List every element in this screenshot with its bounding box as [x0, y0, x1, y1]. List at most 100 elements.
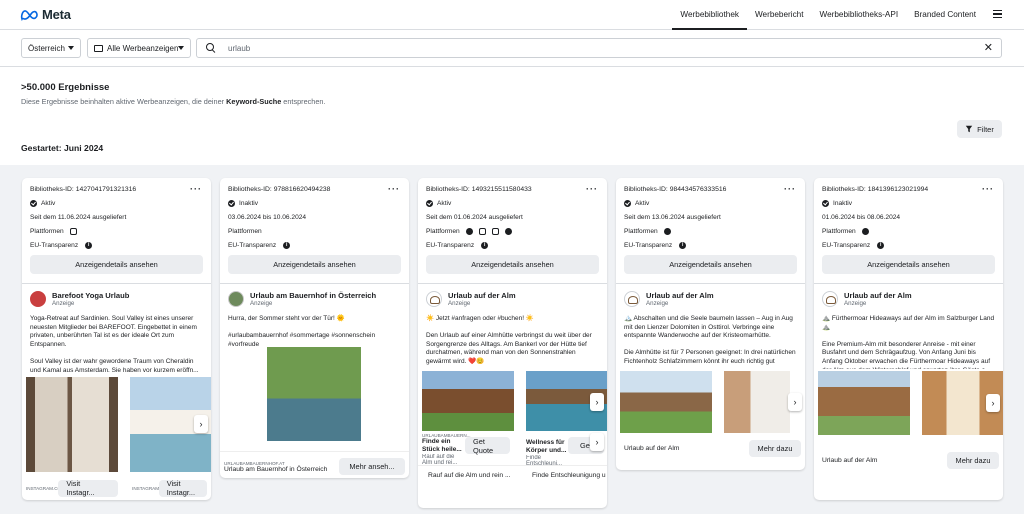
platforms-label: Plattformen	[822, 228, 856, 235]
instagram-icon	[478, 228, 486, 235]
filter-button[interactable]: Filter	[957, 120, 1002, 138]
nav-werbebibliothek[interactable]: Werbebibliothek	[672, 0, 747, 30]
ad-type-select[interactable]: Alle Werbeanzeigen	[87, 38, 191, 58]
run-date: Seit dem 13.06.2024 ausgeliefert	[624, 214, 721, 221]
avatar[interactable]	[624, 291, 640, 307]
search-icon	[206, 43, 216, 53]
ad-carousel: ›	[814, 371, 1003, 435]
info-icon[interactable]: i	[877, 242, 885, 249]
ad-carousel: ›	[616, 371, 805, 433]
info-icon[interactable]: i	[283, 242, 291, 249]
nav-api[interactable]: Werbebibliotheks-API	[812, 0, 907, 30]
ad-image[interactable]	[267, 347, 361, 441]
view-details-button[interactable]: Anzeigendetails ansehen	[30, 255, 203, 274]
advertiser-name[interactable]: Urlaub auf der Alm	[646, 291, 714, 300]
facebook-icon	[465, 228, 473, 235]
ad-text: ☀️ Jetzt #anfragen oder #buchen! ☀️ Den …	[426, 315, 592, 365]
chevron-right-icon[interactable]: ›	[986, 394, 1000, 412]
results-header: >50.000 Ergebnisse Diese Ergebnisse bein…	[0, 67, 1024, 165]
avatar[interactable]	[228, 291, 244, 307]
menu-icon[interactable]	[993, 10, 1002, 19]
platforms-label: Plattformen	[624, 228, 658, 235]
more-options-icon[interactable]: ···	[586, 184, 598, 194]
card-title: Wellness für Körper und...	[526, 439, 567, 454]
filter-icon	[965, 125, 973, 133]
visit-instagram-button[interactable]: Visit Instagr...	[58, 479, 119, 497]
info-icon[interactable]: i	[85, 242, 93, 249]
status-text: Aktiv	[635, 200, 650, 207]
search-box[interactable]: ✕	[196, 38, 1002, 58]
caret-down-icon	[178, 46, 184, 50]
learn-more-button[interactable]: Mehr anseh...	[339, 458, 405, 475]
cta-source: INSTAGRAM.COM	[26, 485, 58, 491]
more-options-icon[interactable]: ···	[190, 184, 202, 194]
status-text: Inaktiv	[239, 200, 259, 207]
ad-card: Bibliotheks-ID: 1493215511580433 ··· Akt…	[418, 178, 607, 508]
ad-image[interactable]	[724, 371, 790, 433]
visit-instagram-button[interactable]: Visit Instagr...	[158, 479, 208, 497]
facebook-icon	[663, 228, 671, 235]
eu-label: EU-Transparenz	[822, 242, 871, 249]
chevron-right-icon[interactable]: ›	[194, 415, 208, 433]
sponsored-label: Anzeige	[646, 300, 669, 307]
ad-image[interactable]	[620, 371, 712, 433]
nav-werbebericht[interactable]: Werbebericht	[747, 0, 812, 30]
status-check-icon	[30, 200, 37, 207]
results-description: Diese Ergebnisse beinhalten aktive Werbe…	[21, 97, 326, 106]
ad-text: ⛰️ Fürthermoar Hideaways auf der Alm im …	[822, 315, 995, 369]
audience-network-icon	[491, 228, 499, 235]
advertiser-name[interactable]: Urlaub am Bauernhof in Österreich	[250, 291, 376, 300]
cta-caption: Urlaub auf der Alm	[822, 456, 878, 464]
ad-carousel: ›	[22, 377, 211, 472]
more-options-icon[interactable]: ···	[784, 184, 796, 194]
get-quote-button[interactable]: Get Quote	[465, 437, 510, 455]
ad-text: 🏔️ Abschalten und die Seele baumeln lass…	[624, 315, 796, 367]
nav-branded-content[interactable]: Branded Content	[906, 0, 984, 30]
learn-more-button[interactable]: Mehr dazu	[947, 451, 999, 469]
country-select[interactable]: Österreich	[21, 38, 81, 58]
top-nav: Meta Werbebibliothek Werbebericht Werbeb…	[0, 0, 1024, 30]
facebook-icon	[861, 228, 869, 235]
more-options-icon[interactable]: ···	[982, 184, 994, 194]
avatar[interactable]	[822, 291, 838, 307]
platforms-label: Plattformen	[228, 228, 262, 235]
status-text: Inaktiv	[833, 200, 853, 207]
view-details-button[interactable]: Anzeigendetails ansehen	[624, 255, 797, 274]
run-date: 01.06.2024 bis 08.06.2024	[822, 214, 901, 221]
meta-logo[interactable]: Meta	[20, 7, 71, 22]
country-value: Österreich	[28, 43, 65, 53]
clear-icon[interactable]: ✕	[984, 43, 993, 54]
ad-type-icon	[94, 44, 103, 52]
more-options-icon[interactable]: ···	[388, 184, 400, 194]
info-icon[interactable]: i	[481, 242, 489, 249]
card-footer-text: Rauf auf die Alm und rein ...	[428, 472, 511, 479]
card-title: Finde ein Stück heile...	[422, 438, 462, 453]
ad-image[interactable]	[422, 371, 514, 431]
chevron-right-icon[interactable]: ›	[788, 393, 802, 411]
messenger-icon	[504, 228, 512, 235]
instagram-icon	[69, 228, 77, 235]
advertiser-name[interactable]: Urlaub auf der Alm	[448, 291, 516, 300]
ad-image[interactable]	[818, 371, 910, 435]
ad-card: Bibliotheks-ID: 1427041791321316 ··· Akt…	[22, 178, 211, 500]
results-count: >50.000 Ergebnisse	[21, 82, 110, 93]
info-icon[interactable]: i	[679, 242, 687, 249]
chevron-right-icon[interactable]: ›	[590, 433, 604, 451]
cta-source: INSTAGRAM.COM	[132, 485, 159, 491]
search-input[interactable]	[228, 43, 968, 53]
learn-more-button[interactable]: Mehr dazu	[749, 439, 801, 457]
ad-image[interactable]	[26, 377, 118, 472]
sponsored-label: Anzeige	[448, 300, 471, 307]
view-details-button[interactable]: Anzeigendetails ansehen	[822, 255, 995, 274]
view-details-button[interactable]: Anzeigendetails ansehen	[426, 255, 599, 274]
view-details-button[interactable]: Anzeigendetails ansehen	[228, 255, 401, 274]
platforms-label: Plattformen	[426, 228, 460, 235]
advertiser-name[interactable]: Barefoot Yoga Urlaub	[52, 291, 129, 300]
eu-label: EU-Transparenz	[228, 242, 277, 249]
avatar[interactable]	[426, 291, 442, 307]
avatar[interactable]	[30, 291, 46, 307]
run-date: Seit dem 01.06.2024 ausgeliefert	[426, 214, 523, 221]
status-check-icon	[624, 200, 631, 207]
chevron-right-icon[interactable]: ›	[590, 393, 604, 411]
advertiser-name[interactable]: Urlaub auf der Alm	[844, 291, 912, 300]
